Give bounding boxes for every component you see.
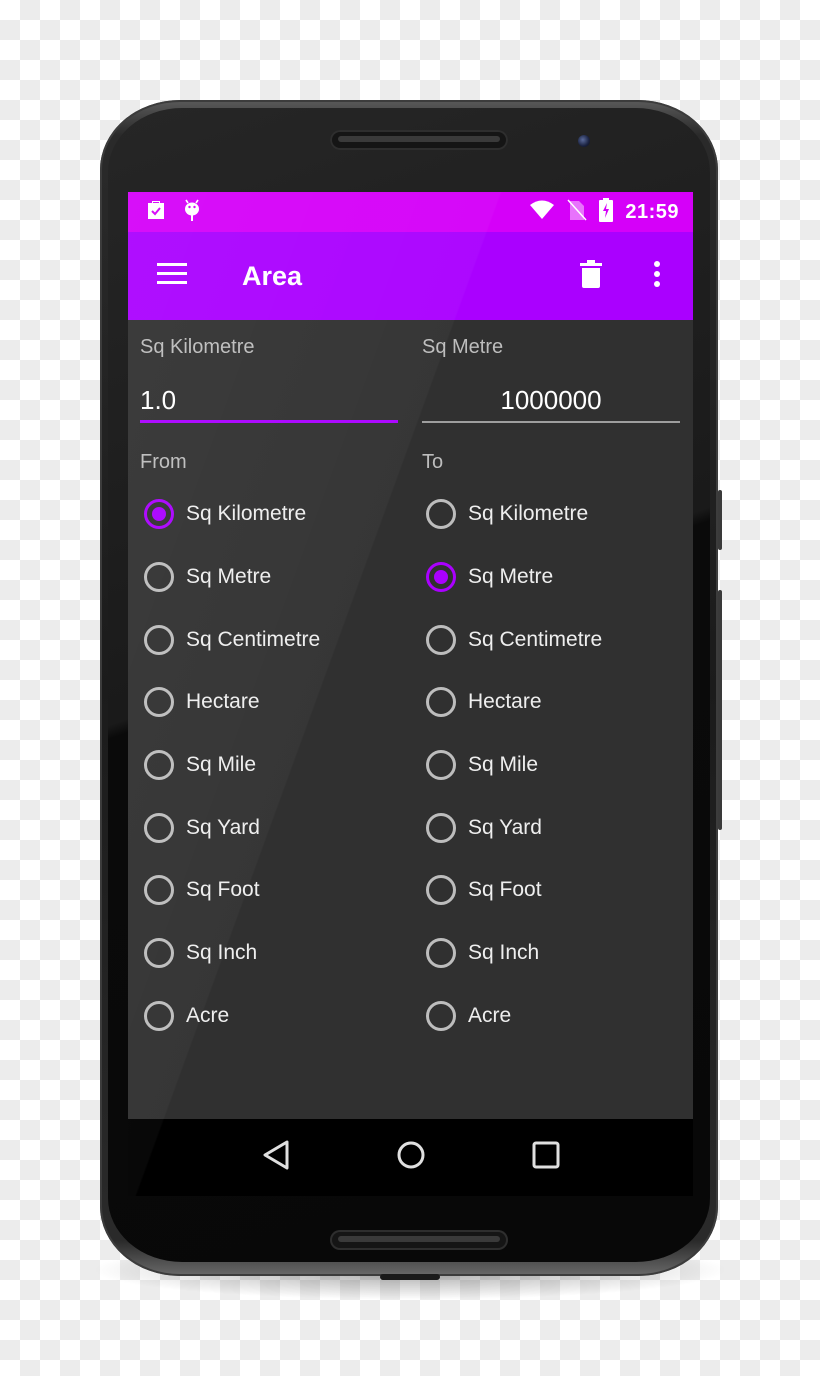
radio-option-label: Acre bbox=[186, 1003, 230, 1027]
radio-option-label: Sq Foot bbox=[186, 878, 260, 902]
from-radio-option[interactable]: Sq Foot bbox=[140, 859, 320, 922]
radio-option-label: Sq Centimetre bbox=[186, 627, 321, 651]
from-radio-option[interactable]: Sq Mile bbox=[140, 734, 320, 797]
top-speaker bbox=[330, 130, 508, 150]
from-unit-label: Sq Kilometre bbox=[140, 336, 255, 358]
radio-option-label: Sq Inch bbox=[186, 941, 258, 965]
radio-unchecked-icon bbox=[144, 750, 174, 781]
to-radio-option[interactable]: Sq Yard bbox=[422, 796, 602, 859]
from-radio-option[interactable]: Sq Inch bbox=[140, 922, 320, 985]
radio-unchecked-icon bbox=[426, 1000, 456, 1031]
page-title: Area bbox=[242, 260, 303, 291]
usb-port bbox=[380, 1274, 440, 1280]
radio-unchecked-icon bbox=[426, 875, 456, 906]
to-unit-label: Sq Metre bbox=[422, 336, 504, 358]
radio-unchecked-icon bbox=[144, 875, 174, 906]
home-icon bbox=[396, 1140, 426, 1175]
to-radio-option[interactable]: Sq Inch bbox=[422, 922, 602, 985]
from-radio-option[interactable]: Hectare bbox=[140, 671, 320, 734]
to-radio-option[interactable]: Sq Metre bbox=[422, 546, 602, 609]
shop-bag-check-icon bbox=[144, 198, 168, 227]
radio-option-label: Hectare bbox=[468, 690, 542, 714]
radio-unchecked-icon bbox=[144, 687, 174, 718]
radio-option-label: Acre bbox=[468, 1003, 512, 1027]
to-radio-option[interactable]: Sq Foot bbox=[422, 859, 602, 922]
radio-unchecked-icon bbox=[426, 938, 456, 969]
from-radio-option[interactable]: Sq Yard bbox=[140, 796, 320, 859]
from-radio-group: Sq Kilometre Sq Metre Sq Centimetre Hectare… bbox=[140, 483, 320, 1047]
more-options-button[interactable] bbox=[633, 248, 681, 304]
radio-checked-icon bbox=[426, 562, 456, 593]
from-radio-option[interactable]: Acre bbox=[140, 985, 320, 1048]
more-vert-icon bbox=[653, 260, 661, 292]
radio-unchecked-icon bbox=[144, 562, 174, 593]
front-camera bbox=[578, 135, 590, 147]
to-radio-option[interactable]: Sq Kilometre bbox=[422, 483, 602, 546]
to-value-input[interactable] bbox=[422, 378, 680, 422]
from-radio-option[interactable]: Sq Kilometre bbox=[140, 483, 320, 546]
radio-unchecked-icon bbox=[144, 812, 174, 843]
radio-option-label: Sq Inch bbox=[468, 941, 540, 965]
menu-button[interactable] bbox=[144, 248, 200, 304]
radio-unchecked-icon bbox=[426, 499, 456, 530]
radio-unchecked-icon bbox=[144, 624, 174, 655]
to-radio-option[interactable]: Sq Centimetre bbox=[422, 608, 602, 671]
radio-option-label: Sq Foot bbox=[468, 878, 542, 902]
home-button[interactable] bbox=[381, 1128, 441, 1188]
radio-unchecked-icon bbox=[426, 812, 456, 843]
status-bar: 21:59 bbox=[128, 192, 693, 232]
to-radio-option[interactable]: Sq Mile bbox=[422, 734, 602, 797]
converter-content: Sq Kilometre From Sq KilometreSq MetreSq… bbox=[128, 320, 693, 1196]
radio-unchecked-icon bbox=[426, 687, 456, 718]
to-radio-group: Sq Kilometre Sq Metre Sq Centimetre Hectare… bbox=[422, 483, 602, 1047]
battery-charging-icon bbox=[599, 197, 614, 227]
radio-unchecked-icon bbox=[144, 1000, 174, 1031]
radio-option-label: Sq Mile bbox=[468, 753, 539, 777]
radio-option-label: Sq Metre bbox=[186, 565, 272, 589]
recents-icon bbox=[532, 1141, 560, 1174]
screen: 21:59 Area Sq Kilometre 1.0 From Sq Kilo… bbox=[128, 192, 693, 1196]
no-sim-icon bbox=[567, 198, 587, 226]
wifi-icon bbox=[529, 200, 555, 225]
to-group-label: To bbox=[422, 451, 444, 473]
from-value-input[interactable] bbox=[140, 378, 398, 422]
radio-unchecked-icon bbox=[426, 750, 456, 781]
system-nav-bar bbox=[128, 1119, 693, 1196]
back-icon bbox=[262, 1140, 290, 1175]
hamburger-menu-icon bbox=[157, 262, 187, 290]
app-bar: Area bbox=[128, 232, 693, 320]
radio-option-label: Sq Centimetre bbox=[468, 627, 603, 651]
to-input-underline bbox=[422, 421, 680, 423]
to-radio-option[interactable]: Hectare bbox=[422, 671, 602, 734]
power-button bbox=[718, 490, 722, 550]
delete-button[interactable] bbox=[567, 248, 615, 304]
back-button[interactable] bbox=[246, 1128, 306, 1188]
volume-button bbox=[718, 590, 722, 830]
radio-option-label: Sq Metre bbox=[468, 565, 554, 589]
radio-option-label: Sq Kilometre bbox=[186, 502, 307, 526]
radio-checked-icon bbox=[144, 499, 174, 530]
recents-button[interactable] bbox=[516, 1128, 576, 1188]
to-radio-option[interactable]: Acre bbox=[422, 985, 602, 1048]
from-input-underline bbox=[140, 420, 398, 423]
radio-unchecked-icon bbox=[144, 938, 174, 969]
radio-option-label: Sq Mile bbox=[186, 753, 257, 777]
radio-option-label: Sq Yard bbox=[186, 815, 260, 839]
bottom-speaker bbox=[330, 1230, 508, 1250]
from-radio-option[interactable]: Sq Centimetre bbox=[140, 608, 320, 671]
android-debug-icon bbox=[182, 197, 202, 228]
from-group-label: From bbox=[140, 451, 187, 473]
radio-unchecked-icon bbox=[426, 624, 456, 655]
status-time: 21:59 bbox=[625, 200, 679, 223]
radio-option-label: Hectare bbox=[186, 690, 260, 714]
radio-option-label: Sq Yard bbox=[468, 815, 542, 839]
delete-icon bbox=[580, 259, 602, 293]
from-radio-option[interactable]: Sq Metre bbox=[140, 546, 320, 609]
radio-option-label: Sq Kilometre bbox=[468, 502, 589, 526]
